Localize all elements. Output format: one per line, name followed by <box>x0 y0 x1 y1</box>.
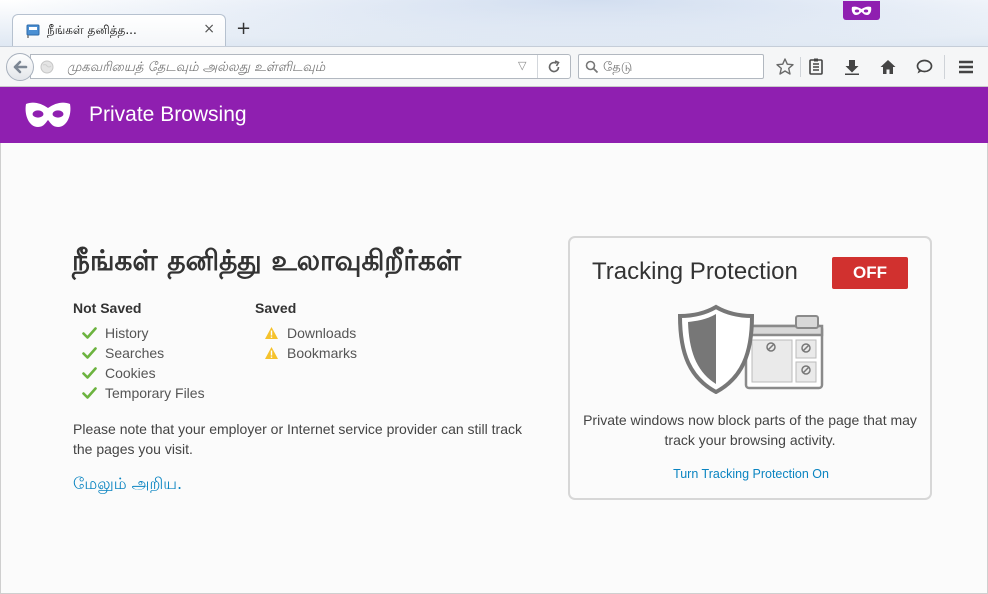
tab-title: நீங்கள் தனித்த... <box>47 23 137 37</box>
reload-icon[interactable] <box>545 58 563 76</box>
list-item: Bookmarks <box>255 343 357 363</box>
reading-list-icon[interactable] <box>806 57 826 77</box>
list-item-label: Temporary Files <box>105 385 205 401</box>
private-browsing-content: நீங்கள் தனித்து உலாவுகிறீர்கள் Not Saved… <box>0 143 988 594</box>
toolbar-divider <box>944 55 945 79</box>
warning-icon <box>265 347 278 359</box>
bookmark-star-icon[interactable] <box>775 57 795 77</box>
globe-icon <box>40 60 54 74</box>
check-icon <box>82 347 97 359</box>
new-tab-button[interactable]: + <box>236 20 251 38</box>
not-saved-list: History Searches Cookies Temporary Files <box>73 323 205 403</box>
toolbar-divider <box>800 57 801 77</box>
privacy-note: Please note that your employer or Intern… <box>73 421 522 457</box>
check-icon <box>82 327 97 339</box>
header-title: Private Browsing <box>89 103 247 126</box>
chat-bubble-icon[interactable] <box>914 57 934 77</box>
list-item-label: Downloads <box>287 325 357 341</box>
list-item-label: History <box>105 325 149 341</box>
title-bar: நீங்கள் தனித்த... × + <box>0 0 988 47</box>
private-window-indicator <box>843 1 880 20</box>
list-item-label: Searches <box>105 345 165 361</box>
url-bar[interactable]: ▽ <box>30 54 571 79</box>
saved-heading: Saved <box>255 300 297 316</box>
url-bar-divider <box>537 55 538 78</box>
search-icon <box>585 60 599 74</box>
list-item: Searches <box>73 343 205 363</box>
tracking-shield-illustration-icon <box>678 304 824 394</box>
private-browsing-favicon-icon <box>26 24 40 38</box>
check-icon <box>82 387 97 399</box>
search-input[interactable] <box>603 58 753 76</box>
private-mask-icon <box>25 102 71 127</box>
tracking-protection-title: Tracking Protection <box>592 258 798 285</box>
page-heading: நீங்கள் தனித்து உலாவுகிறீர்கள் <box>72 244 462 277</box>
search-bar[interactable] <box>578 54 764 79</box>
list-item-label: Cookies <box>105 365 156 381</box>
tab-private-browsing[interactable]: நீங்கள் தனித்த... × <box>12 14 226 47</box>
tracking-protection-card: Tracking Protection OFF Private windows … <box>568 236 932 500</box>
list-item: History <box>73 323 205 343</box>
back-button[interactable] <box>6 53 34 81</box>
private-browsing-header: Private Browsing <box>0 87 988 143</box>
tracking-protection-description: Private windows now block parts of the p… <box>583 412 917 448</box>
list-item: Cookies <box>73 363 205 383</box>
url-input[interactable] <box>67 58 507 76</box>
private-mask-icon <box>851 6 872 16</box>
navigation-toolbar: ▽ <box>0 46 988 87</box>
turn-tracking-protection-on-link[interactable]: Turn Tracking Protection On <box>570 467 932 481</box>
list-item: Downloads <box>255 323 357 343</box>
not-saved-heading: Not Saved <box>73 300 142 316</box>
downloads-icon[interactable] <box>842 57 862 77</box>
saved-list: Downloads Bookmarks <box>255 323 357 363</box>
learn-more-link[interactable]: மேலும் அறிய. <box>73 474 182 495</box>
tracking-protection-status-badge[interactable]: OFF <box>832 257 908 289</box>
back-arrow-icon <box>13 60 28 74</box>
list-item-label: Bookmarks <box>287 345 358 361</box>
hamburger-menu-icon[interactable] <box>956 57 976 77</box>
list-item: Temporary Files <box>73 383 205 403</box>
tab-close-icon[interactable]: × <box>203 21 215 37</box>
home-icon[interactable] <box>878 57 898 77</box>
check-icon <box>82 367 97 379</box>
url-history-dropdown-icon[interactable]: ▽ <box>518 59 526 72</box>
warning-icon <box>265 327 278 339</box>
